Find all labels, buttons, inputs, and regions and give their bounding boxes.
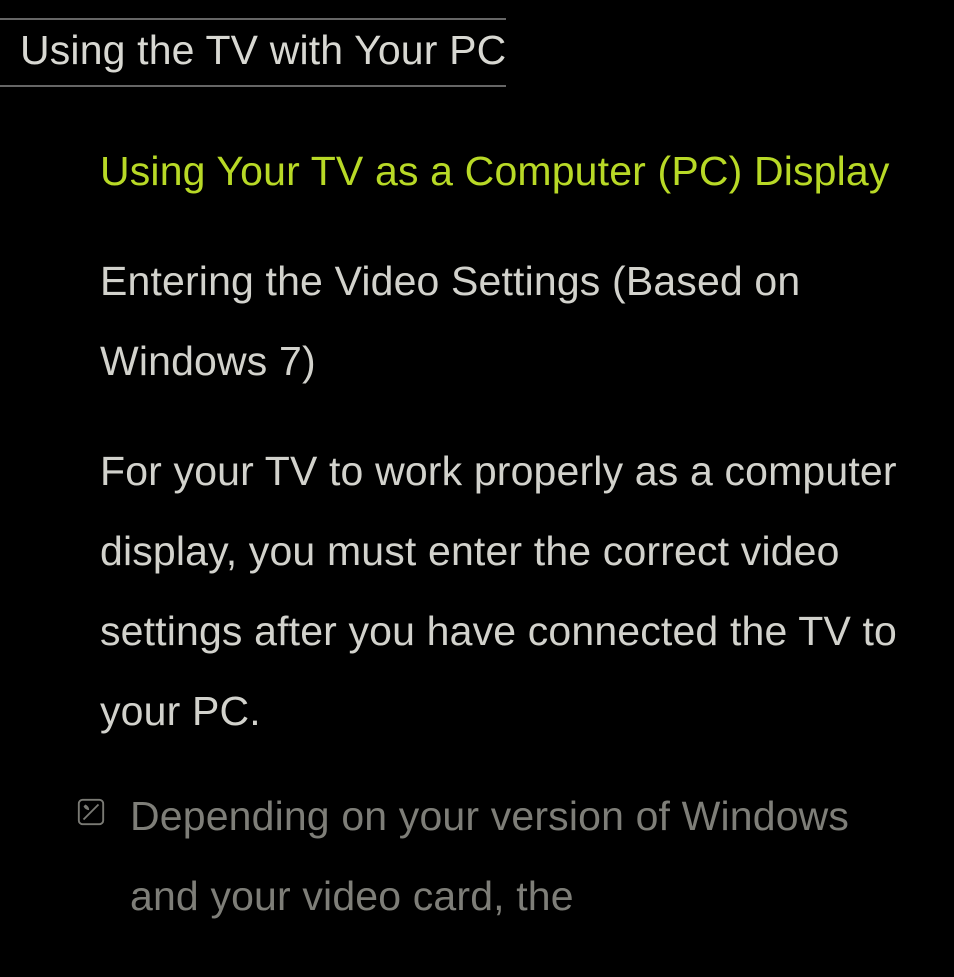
page-title: Using the TV with Your PC xyxy=(0,18,506,87)
body-paragraph: For your TV to work properly as a comput… xyxy=(100,432,914,752)
note-icon xyxy=(76,797,106,827)
subtitle-highlight: Using Your TV as a Computer (PC) Display xyxy=(100,132,914,212)
note-container: Depending on your version of Windows and… xyxy=(100,777,914,937)
content-region: Using Your TV as a Computer (PC) Display… xyxy=(0,132,954,936)
section-heading: Entering the Video Settings (Based on Wi… xyxy=(100,242,914,402)
note-text: Depending on your version of Windows and… xyxy=(130,777,914,937)
